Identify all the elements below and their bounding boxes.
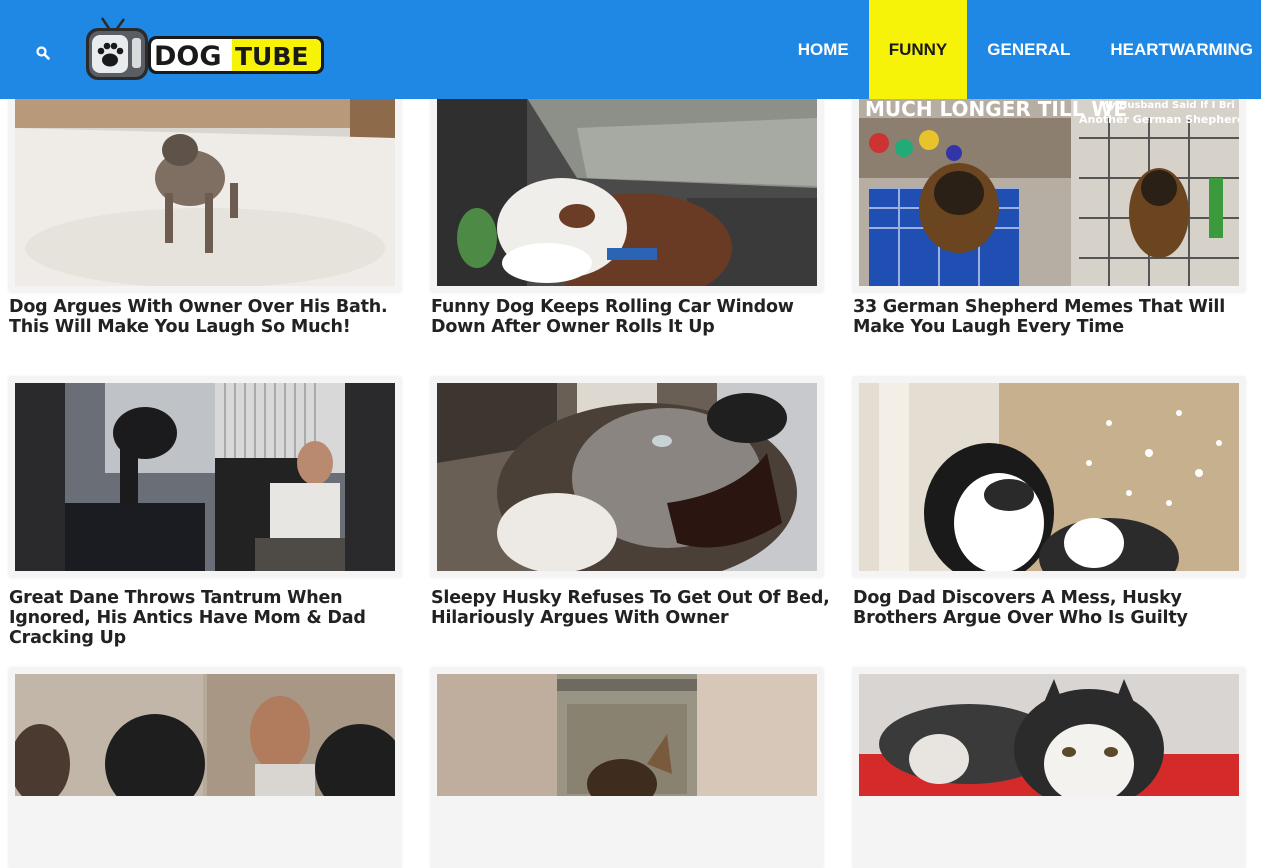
article-thumbnail[interactable]: MUCH LONGER TILL WE My Husband Said If I… (859, 98, 1239, 286)
article-card[interactable] (9, 92, 401, 292)
site-header: DOG TUBE HOME FUNNY GENERAL HEARTWARMING (0, 0, 1261, 99)
article-thumbnail[interactable] (437, 98, 817, 286)
article-title[interactable]: Great Dane Throws Tantrum When Ignored, … (9, 588, 419, 648)
nav-general[interactable]: GENERAL (967, 0, 1090, 99)
article-thumbnail[interactable] (437, 674, 817, 796)
article-title[interactable]: Funny Dog Keeps Rolling Car Window Down … (431, 297, 841, 337)
search-icon[interactable] (36, 45, 50, 65)
article-card[interactable] (9, 377, 401, 577)
article-thumbnail[interactable] (15, 674, 395, 796)
main-nav: HOME FUNNY GENERAL HEARTWARMING (778, 0, 1261, 99)
article-card[interactable] (431, 92, 823, 292)
article-title[interactable]: Dog Dad Discovers A Mess, Husky Brothers… (853, 588, 1261, 628)
nav-home[interactable]: HOME (778, 0, 869, 99)
nav-heartwarming[interactable]: HEARTWARMING (1090, 0, 1261, 99)
article-thumbnail[interactable] (15, 98, 395, 286)
site-logo[interactable]: DOG TUBE (82, 16, 326, 86)
logo-text-dog: DOG (154, 41, 222, 72)
nav-funny[interactable]: FUNNY (868, 0, 968, 99)
article-thumbnail[interactable] (859, 383, 1239, 571)
article-thumbnail[interactable] (437, 383, 817, 571)
meme-caption-right-2: Another German Shepherd (1079, 113, 1239, 126)
logo-text-tube: TUBE (235, 42, 309, 71)
article-card[interactable] (9, 668, 401, 868)
article-card[interactable]: MUCH LONGER TILL WE My Husband Said If I… (853, 92, 1245, 292)
article-card[interactable] (431, 377, 823, 577)
article-thumbnail[interactable] (15, 383, 395, 571)
article-card[interactable] (853, 377, 1245, 577)
article-thumbnail[interactable] (859, 674, 1239, 796)
article-title[interactable]: Sleepy Husky Refuses To Get Out Of Bed, … (431, 588, 841, 628)
article-title[interactable]: 33 German Shepherd Memes That Will Make … (853, 297, 1261, 337)
article-card[interactable] (853, 668, 1245, 868)
search-button[interactable] (30, 42, 56, 68)
meme-caption-right-1: My Husband Said If I Bri (1099, 100, 1235, 111)
article-title[interactable]: Dog Argues With Owner Over His Bath. Thi… (9, 297, 419, 337)
article-card[interactable] (431, 668, 823, 868)
